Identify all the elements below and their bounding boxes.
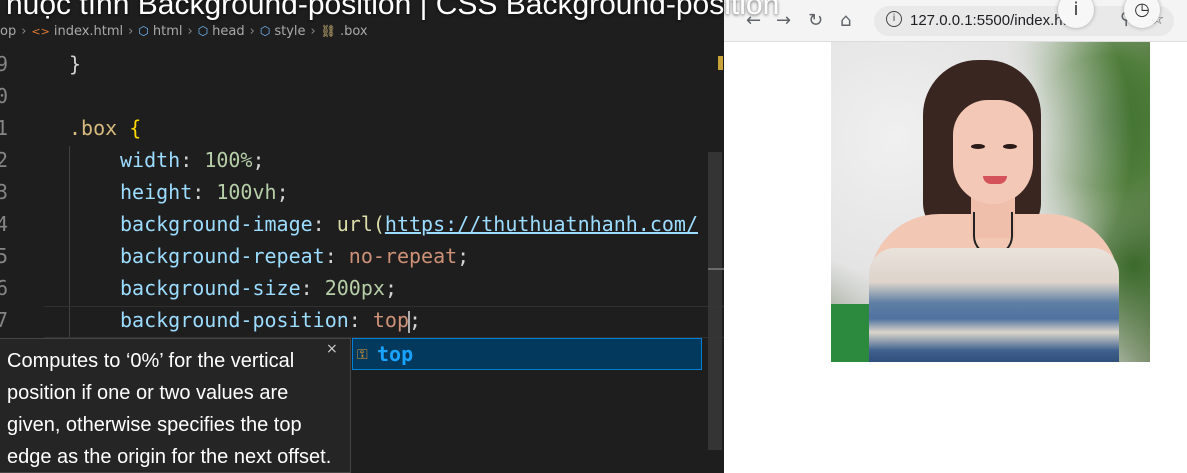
breadcrumb-selector[interactable]: ⛓ .box <box>321 24 368 39</box>
breadcrumb-html[interactable]: ⬡ html <box>138 24 182 39</box>
code-line[interactable]: 0 <box>0 80 724 112</box>
breadcrumb-separator: › <box>249 23 255 39</box>
code-line[interactable]: 2 width: 100%; <box>0 144 724 176</box>
address-text: 127.0.0.1:5500/index.html <box>910 12 1083 29</box>
line-number: 3 <box>0 180 9 204</box>
photo-face <box>953 100 1033 204</box>
video-title: huộc tính Background-position | CSS Back… <box>6 0 780 21</box>
line-number: 4 <box>0 212 9 236</box>
code-line[interactable]: 1 .box { <box>0 112 724 144</box>
line-number: 9 <box>0 52 9 76</box>
line-number: 0 <box>0 84 9 108</box>
line-number: 7 <box>0 308 9 332</box>
line-number: 6 <box>0 276 9 300</box>
browser-toolbar: ← → ↻ ⌂ i 127.0.0.1:5500/index.html ⚲ ☆ <box>724 0 1187 42</box>
breadcrumb-separator: › <box>128 23 134 39</box>
suggestion-item-top[interactable]: ⚿ top <box>352 338 702 370</box>
info-icon[interactable]: i <box>886 11 902 27</box>
breadcrumb-style[interactable]: ⬡ style <box>260 24 306 39</box>
code-text: background-position: top; <box>120 308 422 333</box>
vertical-scrollbar[interactable] <box>708 152 722 450</box>
breadcrumb-separator: › <box>310 23 316 39</box>
breadcrumb-separator: › <box>187 23 193 39</box>
suggestion-details-panel: Computes to ‘0%’ for the vertical positi… <box>0 338 351 473</box>
code-line[interactable]: 4 background-image: url(https://thuthuat… <box>0 208 724 240</box>
code-line[interactable]: 6 background-size: 200px; <box>0 272 724 304</box>
line-number: 1 <box>0 116 9 140</box>
reload-icon[interactable]: ↻ <box>808 10 823 31</box>
suggestion-label: top <box>377 342 414 366</box>
photo-eye <box>1003 144 1017 149</box>
element-cube-icon: ⬡ <box>197 24 209 38</box>
code-line[interactable]: 9 } <box>0 48 724 80</box>
code-text: height: 100vh; <box>120 180 289 204</box>
breadcrumb-separator: › <box>21 23 27 39</box>
breadcrumb-root[interactable]: op <box>0 24 16 39</box>
line-number: 5 <box>0 244 9 268</box>
scrollbar-position-marker <box>708 268 724 270</box>
breadcrumb-head[interactable]: ⬡ head <box>198 24 245 39</box>
html-file-icon: <> <box>31 24 50 38</box>
home-icon[interactable]: ⌂ <box>840 10 851 31</box>
url-link[interactable]: https://thuthuatnhanh.com/ <box>385 212 698 236</box>
code-text: background-size: 200px; <box>120 276 397 300</box>
css-selector-icon: ⛓ <box>320 24 336 38</box>
breadcrumb: op › <> index.html › ⬡ html › ⬡ head › ⬡… <box>0 20 368 42</box>
breadcrumb-file[interactable]: <> index.html <box>31 24 123 39</box>
property-value-icon: ⚿ <box>357 347 368 363</box>
code-line-active[interactable]: 7 background-position: top; <box>0 304 724 336</box>
code-text: .box { <box>69 116 142 140</box>
browser-window: ← → ↻ ⌂ i 127.0.0.1:5500/index.html ⚲ ☆ … <box>724 0 1187 473</box>
close-icon[interactable]: × <box>326 341 338 357</box>
code-line[interactable]: 3 height: 100vh; <box>0 176 724 208</box>
background-image <box>831 42 1150 362</box>
photo-striped-top <box>869 248 1119 362</box>
code-text: width: 100%; <box>120 148 265 172</box>
code-editor[interactable]: op › <> index.html › ⬡ html › ⬡ head › ⬡… <box>0 0 724 473</box>
element-cube-icon: ⬡ <box>138 24 149 38</box>
element-cube-icon: ⬡ <box>259 24 271 38</box>
line-number: 2 <box>0 148 9 172</box>
photo-eye <box>971 144 985 149</box>
code-line[interactable]: 5 background-repeat: no-repeat; <box>0 240 724 272</box>
code-text: background-image: url(https://thuthuatnh… <box>120 212 698 236</box>
code-text: } <box>69 52 82 76</box>
code-text: background-repeat: no-repeat; <box>120 244 470 268</box>
code-lines[interactable]: 9 } 0 1 .box { 2 width: 100%; 3 height: … <box>0 48 724 336</box>
suggestion-details-text: Computes to ‘0%’ for the vertical positi… <box>7 350 332 468</box>
